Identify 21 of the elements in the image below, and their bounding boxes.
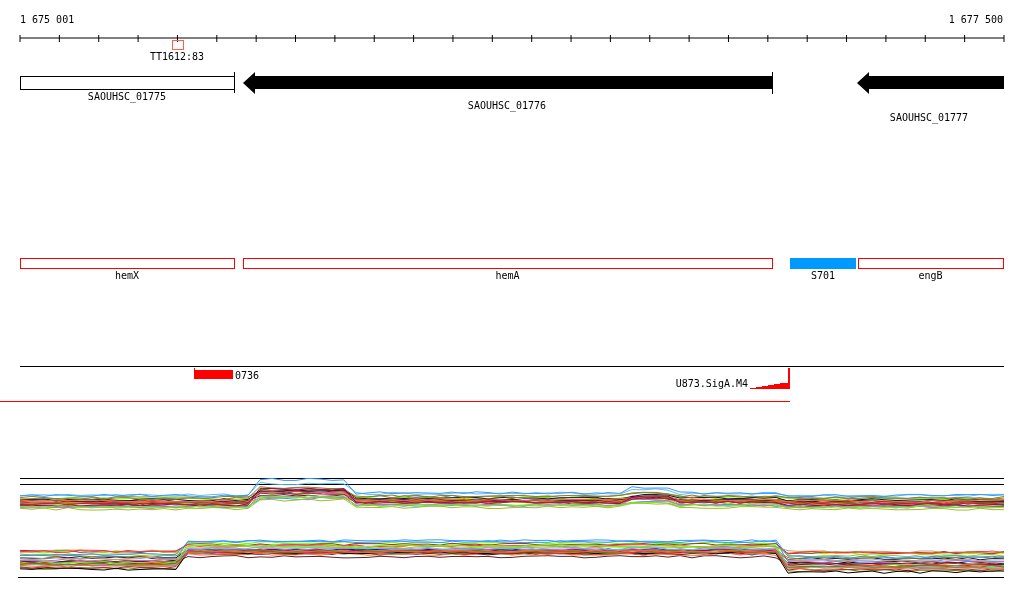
- gene-label: SAOUHSC_01775: [87, 91, 167, 102]
- feature-label: hemA: [495, 270, 520, 281]
- ruler-end-label: 1 677 500: [948, 14, 1003, 25]
- promoter-bar[interactable]: [194, 368, 233, 379]
- ruler-start-label: 1 675 001: [20, 14, 75, 25]
- feature-label: hemX: [114, 270, 140, 281]
- gene-label: SAOUHSC_01777: [889, 112, 969, 123]
- feature-label: S701: [810, 270, 836, 281]
- terminator-marker[interactable]: [172, 40, 184, 50]
- feature-box[interactable]: [858, 258, 1004, 269]
- feature-box[interactable]: [243, 258, 773, 269]
- gene-box[interactable]: [20, 71, 235, 94]
- promoter-ramp[interactable]: [750, 368, 790, 389]
- promoter-label: 0736: [235, 370, 260, 381]
- gene-label: SAOUHSC_01776: [467, 100, 547, 111]
- feature-box[interactable]: [20, 258, 235, 269]
- feature-label: engB: [918, 270, 943, 281]
- terminator-label: TT1612:83: [149, 51, 205, 62]
- promoter-label: U873.SigA.M4: [675, 378, 748, 389]
- gene-arrow[interactable]: [857, 72, 1004, 94]
- gene-arrow[interactable]: [243, 71, 773, 95]
